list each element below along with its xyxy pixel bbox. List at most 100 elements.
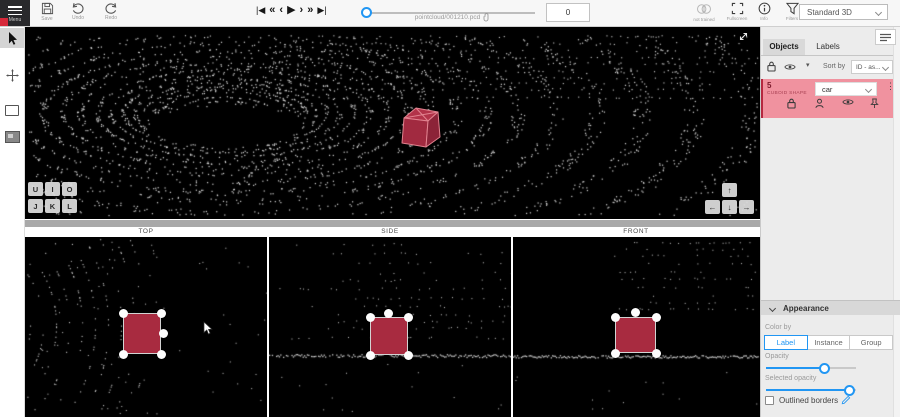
resize-handle[interactable] [366, 351, 375, 360]
rotate-handle[interactable] [631, 308, 640, 317]
info-button[interactable]: Info [749, 2, 779, 21]
selected-cuboid-front[interactable] [615, 317, 656, 353]
chevron-down-icon [865, 86, 872, 93]
color-by-label-button[interactable]: Label [764, 335, 808, 350]
sort-select[interactable]: ID - as... [851, 60, 893, 74]
object-row[interactable]: 5 CUBOID SHAPE car ⋮ [761, 79, 893, 118]
arrow-right-button[interactable]: → [739, 200, 754, 214]
appearance-section-header[interactable]: Appearance [761, 300, 900, 315]
main-pointcloud-canvas[interactable] [25, 27, 760, 219]
edit-pencil-icon[interactable] [841, 395, 851, 405]
arrow-up-button[interactable]: ↑ [722, 183, 737, 197]
visibility-all-icon[interactable] [784, 63, 796, 71]
color-by-label: Color by [765, 324, 791, 331]
resize-handle[interactable] [611, 349, 620, 358]
previous-frame-button[interactable]: ‹ [279, 3, 283, 18]
visibility-object-icon[interactable] [842, 98, 854, 106]
lock-object-icon[interactable] [787, 98, 796, 109]
undo-button[interactable]: Undo [63, 2, 93, 21]
resize-handle[interactable] [157, 309, 166, 318]
lock-all-icon[interactable] [767, 61, 776, 72]
fullscreen-button[interactable]: Fullscreen [722, 2, 752, 21]
image-view-button[interactable] [0, 127, 24, 147]
expand-view-button[interactable] [737, 30, 751, 44]
outlined-borders-label: Outlined borders [779, 396, 838, 405]
resize-handle[interactable] [652, 349, 661, 358]
move-icon [6, 69, 19, 82]
cursor-icon [6, 31, 18, 46]
selected-cuboid-3d[interactable] [398, 104, 442, 150]
key-o-button[interactable]: O [62, 182, 77, 196]
resize-handle[interactable] [366, 313, 375, 322]
alert-badge [0, 18, 8, 26]
redo-button[interactable]: Redo [96, 2, 126, 21]
tool-sidebar [0, 27, 25, 417]
chevron-down-icon [882, 64, 889, 71]
move-tool-button[interactable] [0, 65, 24, 85]
objects-panel: Objects Labels ▾ Sort by ID - as... 5 CU… [760, 27, 900, 417]
play-button[interactable]: ▶ [287, 3, 295, 18]
front-view-label: FRONT [601, 228, 671, 235]
next-frame-button[interactable]: › [300, 3, 304, 18]
file-name: pointcloud/001210.pcd [370, 13, 535, 22]
slider-knob[interactable] [819, 363, 830, 374]
rotate-handle[interactable] [384, 309, 393, 318]
key-l-button[interactable]: L [62, 199, 77, 213]
fast-forward-button[interactable]: » [307, 3, 313, 18]
toolbar: Menu Save Undo Redo |◀ « ‹ ▶ › » ▶| poin… [0, 0, 900, 27]
key-k-button[interactable]: K [45, 199, 60, 213]
opacity-label: Opacity [765, 353, 789, 360]
tab-objects[interactable]: Objects [763, 39, 805, 55]
save-icon [41, 2, 54, 15]
redo-icon [104, 2, 118, 14]
object-class-select[interactable]: car [815, 82, 877, 96]
key-u-button[interactable]: U [28, 182, 43, 196]
kebab-menu-icon[interactable]: ⋮ [886, 81, 895, 92]
object-id: 5 [767, 81, 771, 90]
resize-handle[interactable] [652, 313, 661, 322]
resize-handle[interactable] [611, 313, 620, 322]
track-object-icon[interactable] [815, 98, 824, 109]
expand-icon [737, 30, 750, 43]
list-icon [880, 33, 891, 42]
mouse-cursor [203, 321, 213, 335]
arrow-down-button[interactable]: ↓ [722, 200, 737, 214]
view-mode-select[interactable]: Standard 3D [799, 4, 888, 20]
opacity-slider[interactable] [766, 367, 856, 369]
color-by-group-button[interactable]: Group [849, 335, 893, 350]
info-icon [758, 2, 771, 15]
arrow-left-button[interactable]: ← [705, 200, 720, 214]
resize-handle[interactable] [404, 313, 413, 322]
selected-cuboid-top[interactable] [123, 313, 161, 354]
key-j-button[interactable]: J [28, 199, 43, 213]
resize-handle[interactable] [157, 350, 166, 359]
select-tool-button[interactable] [0, 28, 24, 48]
pin-object-icon[interactable] [870, 98, 879, 109]
attach-icon[interactable] [483, 13, 490, 22]
tab-labels[interactable]: Labels [807, 39, 849, 55]
skip-to-end-button[interactable]: ▶| [317, 3, 326, 18]
color-by-instance-button[interactable]: Instance [807, 335, 851, 350]
horizontal-scrollbar[interactable] [25, 219, 760, 227]
undo-icon [71, 2, 85, 14]
outlined-borders-checkbox[interactable] [765, 396, 774, 405]
labeling-app: Menu Save Undo Redo |◀ « ‹ ▶ › » ▶| poin… [0, 0, 900, 417]
cuboid-tool-button[interactable] [0, 100, 24, 120]
list-view-button[interactable] [875, 29, 896, 45]
save-button[interactable]: Save [32, 2, 62, 22]
divider [761, 55, 893, 56]
frame-number-input[interactable] [546, 3, 590, 22]
resize-handle[interactable] [119, 309, 128, 318]
rotate-handle[interactable] [159, 329, 168, 338]
filter-icon [786, 2, 799, 15]
selected-cuboid-side[interactable] [370, 317, 408, 355]
sort-direction-icon[interactable]: ▾ [806, 61, 810, 69]
resize-handle[interactable] [404, 351, 413, 360]
ml-status-button[interactable]: not trained [689, 2, 719, 22]
resize-handle[interactable] [119, 350, 128, 359]
skip-to-start-button[interactable]: |◀ [256, 3, 265, 18]
fast-rewind-button[interactable]: « [269, 3, 275, 18]
key-i-button[interactable]: I [45, 182, 60, 196]
selected-opacity-slider[interactable] [766, 389, 856, 391]
top-view-label: TOP [111, 228, 181, 235]
